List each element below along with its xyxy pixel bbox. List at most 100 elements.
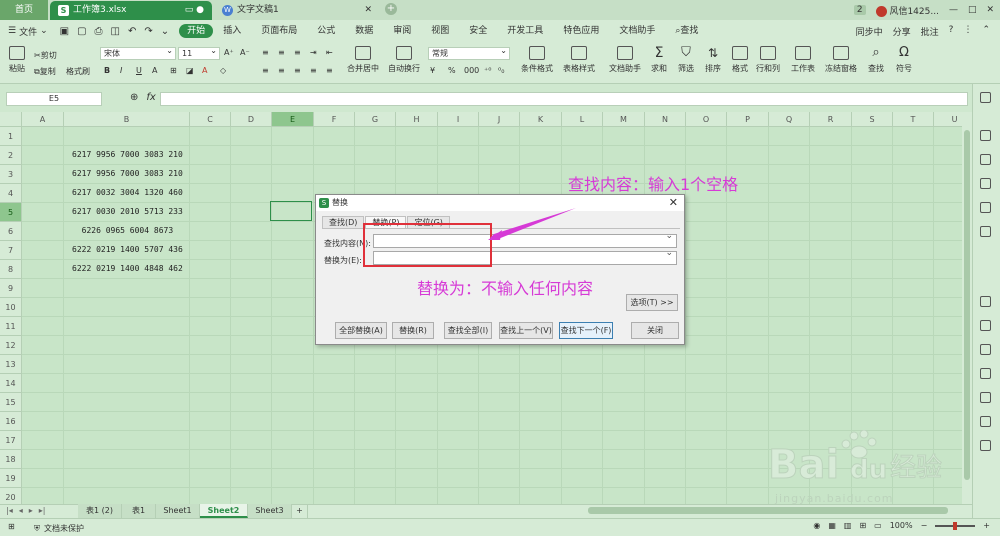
vertical-scroll-thumb[interactable] [964,130,970,480]
zoom-formula-icon[interactable]: ⊕ [130,92,138,103]
cell-b3[interactable]: 6217 9956 7000 3083 210 [72,169,183,178]
row-header-4[interactable]: 4 [0,184,22,203]
prev-sheet-icon[interactable]: ◂ [19,504,23,518]
side-image-icon[interactable] [980,368,991,379]
name-box[interactable]: E5 [6,92,102,106]
outdent-icon[interactable]: ⇤ [326,48,333,57]
help-icon[interactable]: ? [949,25,954,38]
file-menu[interactable]: ☰ 文件 ⌄ [8,25,48,38]
row-header-8[interactable]: 8 [0,260,22,279]
row-header-13[interactable]: 13 [0,355,22,374]
page-layout-view-icon[interactable]: ▥ [844,521,852,530]
first-sheet-icon[interactable]: |◂ [6,504,13,518]
last-sheet-icon[interactable]: ▸| [39,504,46,518]
menu-home[interactable]: 开始 [179,24,214,38]
column-header-f[interactable]: F [314,112,355,127]
fill-color-icon[interactable]: ◪ [186,66,194,75]
row-header-7[interactable]: 7 [0,241,22,260]
menu-formula[interactable]: 公式 [307,20,345,42]
italic-icon[interactable]: I [120,66,122,75]
decimal-add-icon[interactable]: ⁺⁰ [484,66,491,75]
folder-icon[interactable]: ▢ [77,26,86,37]
shrink-font-icon[interactable]: A⁻ [240,48,250,57]
tab-home[interactable]: 首页 [0,0,48,20]
sheet-tab[interactable]: 表1 [122,504,156,518]
cell-b2[interactable]: 6217 9956 7000 3083 210 [72,150,183,159]
strikethrough-icon[interactable]: A [152,66,157,75]
horizontal-scroll-thumb[interactable] [588,507,948,514]
row-header-17[interactable]: 17 [0,431,22,450]
symbol-button[interactable]: Ω 符号 [892,46,916,74]
preview-icon[interactable]: ◫ [111,26,120,37]
paste-button[interactable]: 粘贴 [6,46,28,74]
side-archive-icon[interactable] [980,344,991,355]
print-icon[interactable]: ⎙ [95,26,103,37]
row-header-16[interactable]: 16 [0,412,22,431]
column-header-j[interactable]: J [479,112,520,127]
erase-icon[interactable]: ◇ [220,66,226,75]
column-header-m[interactable]: M [603,112,645,127]
indent-icon[interactable]: ⇥ [310,48,317,57]
rows-cols-button[interactable]: 行和列 [754,46,782,74]
side-style-icon[interactable] [980,154,991,165]
row-header-1[interactable]: 1 [0,127,22,146]
more-options-icon[interactable]: ⋮ [963,25,972,38]
replace-button[interactable]: 替换(R) [392,322,434,339]
tab-document[interactable]: W 文字文稿1 ✕ [214,1,380,20]
menu-data[interactable]: 数据 [345,20,383,42]
column-header-c[interactable]: C [190,112,231,127]
menu-review[interactable]: 审阅 [383,20,421,42]
row-header-2[interactable]: 2 [0,146,22,165]
currency-icon[interactable]: ¥ [430,66,435,75]
doc-helper-button[interactable]: 文档助手 [607,46,643,74]
page-break-view-icon[interactable]: ⊞ [859,521,866,530]
cell-b6[interactable]: 6226 0965 6004 8673 [72,226,174,235]
align-left-icon[interactable]: ≡ [262,66,269,75]
column-header-o[interactable]: O [686,112,727,127]
cell-b5[interactable]: 6217 0030 2010 5713 233 [72,207,183,216]
percent-icon[interactable]: % [448,66,456,75]
conditional-format-button[interactable]: 条件格式 [518,46,556,74]
font-size-select[interactable]: 11 [178,45,220,60]
share-button[interactable]: 分享 [893,25,911,38]
zoom-in-icon[interactable]: + [983,521,990,530]
side-select-icon[interactable] [980,92,991,103]
zoom-out-icon[interactable]: − [921,521,928,530]
column-header-d[interactable]: D [231,112,272,127]
row-header-3[interactable]: 3 [0,165,22,184]
window-count-badge[interactable]: 2 [853,5,866,15]
sum-button[interactable]: Σ 求和 [648,46,670,74]
close-tab-icon[interactable]: ✕ [364,1,372,20]
close-icon[interactable]: ✕ [669,195,678,211]
side-list-icon[interactable] [980,320,991,331]
column-header-n[interactable]: N [645,112,686,127]
menu-view[interactable]: 视图 [421,20,459,42]
justify-icon[interactable]: ≡ [310,66,317,75]
worksheet-button[interactable]: 工作表 [788,46,818,74]
protection-status[interactable]: ⛨ 文档未保护 [34,523,84,534]
number-format-select[interactable]: 常规 [428,45,510,60]
row-header-15[interactable]: 15 [0,393,22,412]
column-header-k[interactable]: K [520,112,562,127]
cell-b8[interactable]: 6222 0219 1400 4848 462 [72,264,183,273]
zoom-level[interactable]: 100% [890,521,913,530]
replace-all-button[interactable]: 全部替换(A) [335,322,387,339]
column-header-s[interactable]: S [852,112,893,127]
align-top-icon[interactable]: ≡ [262,48,269,57]
distribute-icon[interactable]: ≡ [326,66,333,75]
column-header-i[interactable]: I [438,112,479,127]
row-header-11[interactable]: 11 [0,317,22,336]
next-sheet-icon[interactable]: ▸ [29,504,33,518]
sort-button[interactable]: ⇅ 排序 [701,46,725,74]
menu-features[interactable]: 特色应用 [553,20,609,42]
find-previous-button[interactable]: 查找上一个(V) [499,322,553,339]
decimal-remove-icon[interactable]: ⁰₀ [498,66,504,75]
options-button[interactable]: 选项(T) >> [626,294,678,311]
add-tab-button[interactable]: + [385,3,397,15]
side-tools-icon[interactable] [980,296,991,307]
align-center-icon[interactable]: ≡ [278,66,285,75]
row-header-14[interactable]: 14 [0,374,22,393]
formula-input[interactable] [160,92,968,106]
menu-security[interactable]: 安全 [459,20,497,42]
row-header-19[interactable]: 19 [0,469,22,488]
